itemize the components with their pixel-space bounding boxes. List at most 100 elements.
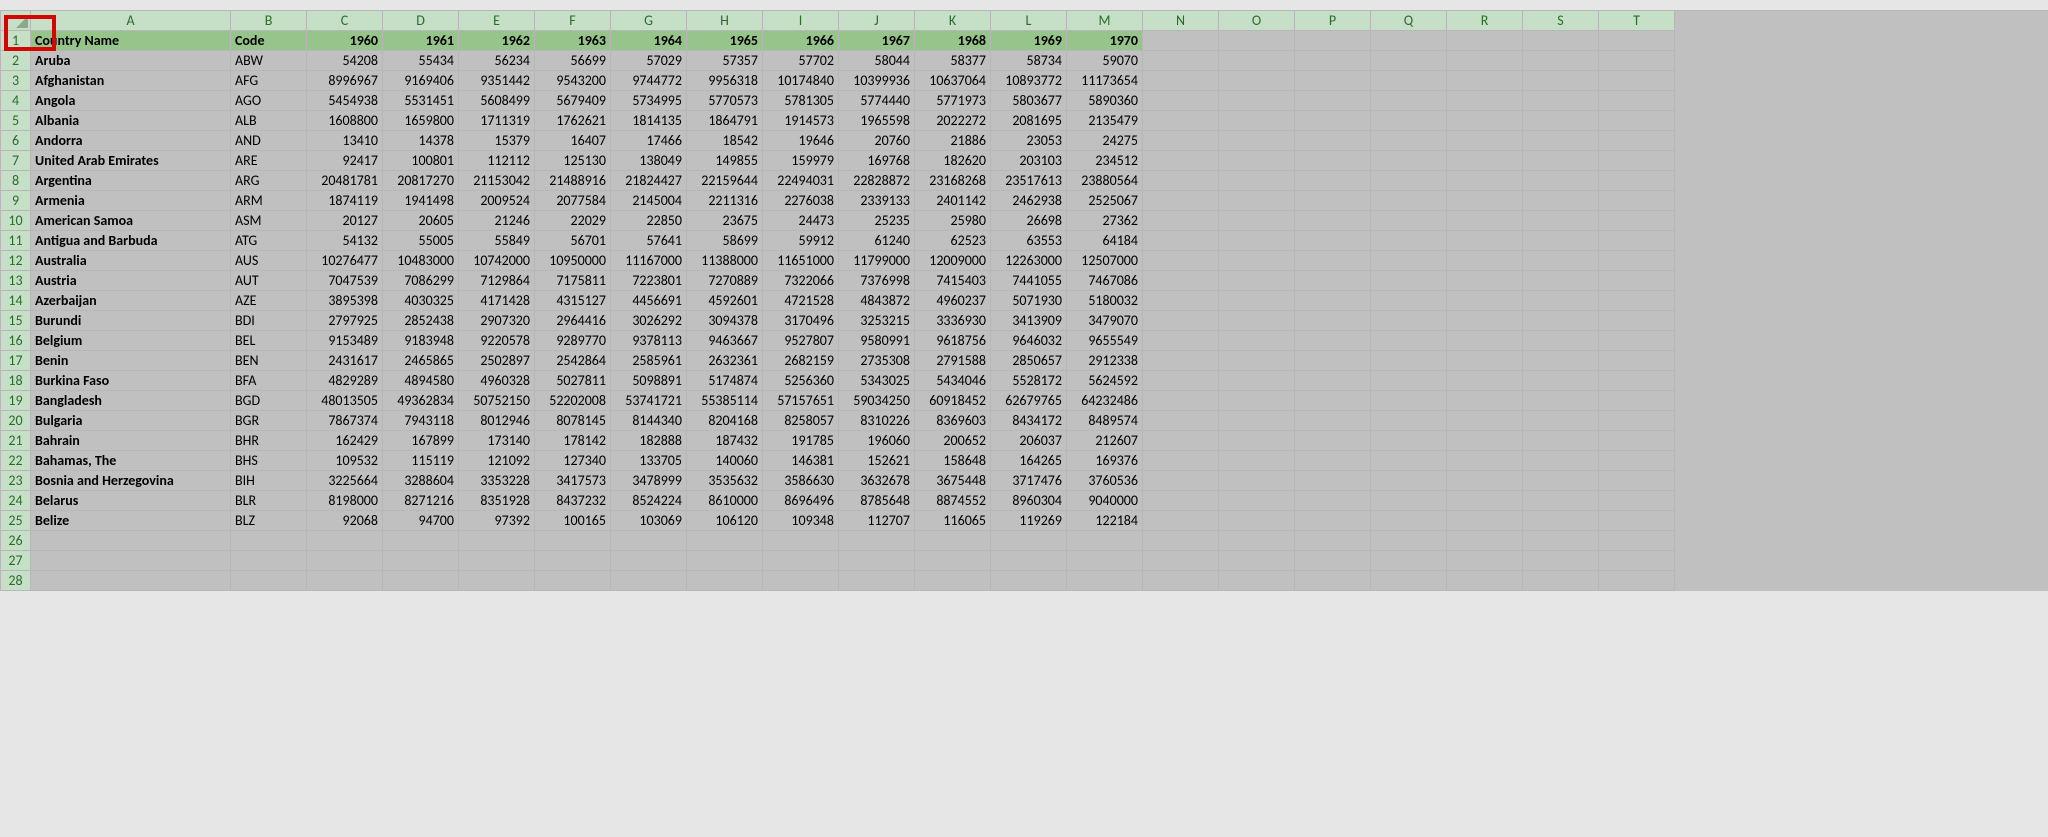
cell-O4[interactable] — [1219, 91, 1295, 111]
cell-N5[interactable] — [1143, 111, 1219, 131]
cell-M18[interactable]: 5624592 — [1067, 371, 1143, 391]
cell-J24[interactable]: 8785648 — [839, 491, 915, 511]
cell-Q23[interactable] — [1371, 471, 1447, 491]
cell-B8[interactable]: ARG — [231, 171, 307, 191]
cell-F5[interactable]: 1762621 — [535, 111, 611, 131]
cell-C17[interactable]: 2431617 — [307, 351, 383, 371]
row-header-10[interactable]: 10 — [1, 211, 31, 231]
cell-S27[interactable] — [1523, 551, 1599, 571]
cell-N15[interactable] — [1143, 311, 1219, 331]
cell-M21[interactable]: 212607 — [1067, 431, 1143, 451]
cell-N26[interactable] — [1143, 531, 1219, 551]
cell-S1[interactable] — [1523, 31, 1599, 51]
cell-I27[interactable] — [763, 551, 839, 571]
row-header-16[interactable]: 16 — [1, 331, 31, 351]
cell-K16[interactable]: 9618756 — [915, 331, 991, 351]
cell-A12[interactable]: Australia — [31, 251, 231, 271]
cell-I20[interactable]: 8258057 — [763, 411, 839, 431]
cell-E10[interactable]: 21246 — [459, 211, 535, 231]
cell-Q2[interactable] — [1371, 51, 1447, 71]
cell-N10[interactable] — [1143, 211, 1219, 231]
cell-F23[interactable]: 3417573 — [535, 471, 611, 491]
cell-E13[interactable]: 7129864 — [459, 271, 535, 291]
cell-J9[interactable]: 2339133 — [839, 191, 915, 211]
cell-K8[interactable]: 23168268 — [915, 171, 991, 191]
cell-R13[interactable] — [1447, 271, 1523, 291]
cell-I5[interactable]: 1914573 — [763, 111, 839, 131]
cell-H7[interactable]: 149855 — [687, 151, 763, 171]
cell-N4[interactable] — [1143, 91, 1219, 111]
cell-A5[interactable]: Albania — [31, 111, 231, 131]
cell-G8[interactable]: 21824427 — [611, 171, 687, 191]
cell-Q13[interactable] — [1371, 271, 1447, 291]
cell-A26[interactable] — [31, 531, 231, 551]
cell-H6[interactable]: 18542 — [687, 131, 763, 151]
cell-Q20[interactable] — [1371, 411, 1447, 431]
row-header-6[interactable]: 6 — [1, 131, 31, 151]
cell-T13[interactable] — [1599, 271, 1675, 291]
cell-Q8[interactable] — [1371, 171, 1447, 191]
cell-C5[interactable]: 1608800 — [307, 111, 383, 131]
cell-G14[interactable]: 4456691 — [611, 291, 687, 311]
cell-G13[interactable]: 7223801 — [611, 271, 687, 291]
cell-Q6[interactable] — [1371, 131, 1447, 151]
cell-N27[interactable] — [1143, 551, 1219, 571]
col-header-O[interactable]: O — [1219, 11, 1295, 31]
cell-B12[interactable]: AUS — [231, 251, 307, 271]
cell-L8[interactable]: 23517613 — [991, 171, 1067, 191]
cell-M10[interactable]: 27362 — [1067, 211, 1143, 231]
cell-O24[interactable] — [1219, 491, 1295, 511]
cell-P19[interactable] — [1295, 391, 1371, 411]
cell-E25[interactable]: 97392 — [459, 511, 535, 531]
cell-Q21[interactable] — [1371, 431, 1447, 451]
cell-R15[interactable] — [1447, 311, 1523, 331]
cell-L20[interactable]: 8434172 — [991, 411, 1067, 431]
cell-D21[interactable]: 167899 — [383, 431, 459, 451]
cell-J26[interactable] — [839, 531, 915, 551]
cell-D22[interactable]: 115119 — [383, 451, 459, 471]
cell-A17[interactable]: Benin — [31, 351, 231, 371]
cell-S2[interactable] — [1523, 51, 1599, 71]
cell-O13[interactable] — [1219, 271, 1295, 291]
cell-B27[interactable] — [231, 551, 307, 571]
cell-F27[interactable] — [535, 551, 611, 571]
cell-E3[interactable]: 9351442 — [459, 71, 535, 91]
cell-E9[interactable]: 2009524 — [459, 191, 535, 211]
cell-E26[interactable] — [459, 531, 535, 551]
cell-O12[interactable] — [1219, 251, 1295, 271]
cell-S6[interactable] — [1523, 131, 1599, 151]
cell-S25[interactable] — [1523, 511, 1599, 531]
row-header-20[interactable]: 20 — [1, 411, 31, 431]
cell-L1[interactable]: 1969 — [991, 31, 1067, 51]
cell-D17[interactable]: 2465865 — [383, 351, 459, 371]
cell-S15[interactable] — [1523, 311, 1599, 331]
cell-B9[interactable]: ARM — [231, 191, 307, 211]
cell-S18[interactable] — [1523, 371, 1599, 391]
cell-G23[interactable]: 3478999 — [611, 471, 687, 491]
spreadsheet-grid[interactable]: ABCDEFGHIJKLMNOPQRST1Country NameCode196… — [0, 10, 2048, 591]
cell-S13[interactable] — [1523, 271, 1599, 291]
cell-E12[interactable]: 10742000 — [459, 251, 535, 271]
cell-T19[interactable] — [1599, 391, 1675, 411]
cell-Q25[interactable] — [1371, 511, 1447, 531]
cell-P28[interactable] — [1295, 571, 1371, 591]
cell-D7[interactable]: 100801 — [383, 151, 459, 171]
cell-L11[interactable]: 63553 — [991, 231, 1067, 251]
cell-H3[interactable]: 9956318 — [687, 71, 763, 91]
cell-D8[interactable]: 20817270 — [383, 171, 459, 191]
cell-E20[interactable]: 8012946 — [459, 411, 535, 431]
cell-C8[interactable]: 20481781 — [307, 171, 383, 191]
cell-G12[interactable]: 11167000 — [611, 251, 687, 271]
cell-K19[interactable]: 60918452 — [915, 391, 991, 411]
cell-L13[interactable]: 7441055 — [991, 271, 1067, 291]
cell-P11[interactable] — [1295, 231, 1371, 251]
cell-G1[interactable]: 1964 — [611, 31, 687, 51]
cell-G6[interactable]: 17466 — [611, 131, 687, 151]
cell-J18[interactable]: 5343025 — [839, 371, 915, 391]
cell-R21[interactable] — [1447, 431, 1523, 451]
cell-P14[interactable] — [1295, 291, 1371, 311]
cell-J13[interactable]: 7376998 — [839, 271, 915, 291]
cell-B6[interactable]: AND — [231, 131, 307, 151]
cell-T12[interactable] — [1599, 251, 1675, 271]
cell-Q24[interactable] — [1371, 491, 1447, 511]
